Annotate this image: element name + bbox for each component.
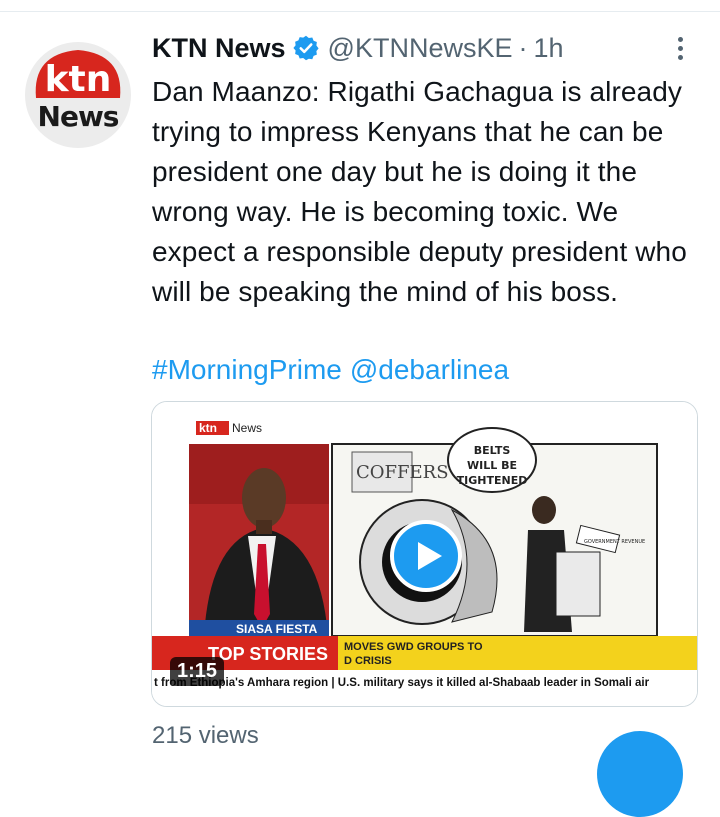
account-handle[interactable]: @KTNNewsKE	[328, 33, 513, 64]
tweet-header: KTN News @KTNNewsKE · 1h	[152, 30, 564, 66]
compose-tweet-icon[interactable]	[597, 731, 683, 817]
hashtag-link[interactable]: #MorningPrime	[152, 354, 342, 385]
video-player[interactable]: ktn News COFFERS BELTS WILL BE TIGHTENED…	[151, 401, 698, 707]
lower-third-label: SIASA FIESTA	[236, 622, 318, 636]
top-divider	[0, 11, 720, 12]
mention-link[interactable]: @debarlinea	[350, 354, 509, 385]
cartoon-bubble-line-3: TIGHTENED	[457, 474, 528, 487]
headline-line-1: MOVES GWD GROUPS TO	[344, 641, 483, 653]
ktn-logo: ktn	[35, 50, 121, 100]
view-count: 215 views	[152, 722, 259, 749]
more-options-icon[interactable]	[670, 34, 690, 64]
cartoon-podium-label: GOVERNMENT REVENUE	[584, 539, 645, 545]
play-icon[interactable]	[390, 520, 462, 592]
news-ticker: t from Ethiopia's Amhara region | U.S. m…	[154, 677, 650, 689]
tweet-text: Dan Maanzo: Rigathi Gachagua is already …	[152, 76, 687, 307]
header-separator: ·	[518, 32, 528, 63]
verified-badge-icon	[292, 35, 319, 61]
avatar-news-text: News	[37, 100, 120, 133]
tweet-links: #MorningPrime @debarlinea	[152, 350, 509, 390]
account-name[interactable]: KTN News	[152, 33, 286, 64]
avatar[interactable]: ktn News	[25, 42, 131, 148]
video-logo-ktn: ktn	[199, 421, 217, 435]
tweet-time[interactable]: 1h	[533, 33, 563, 64]
video-duration: 1:15	[170, 657, 225, 686]
cartoon-bubble-line-2: WILL BE	[467, 459, 517, 472]
avatar-ktn-text: ktn	[45, 59, 112, 100]
headline-line-2: D CRISIS	[344, 655, 392, 667]
cartoon-bubble-line-1: BELTS	[474, 444, 511, 457]
video-logo-news: News	[232, 421, 262, 435]
top-stories-label: TOP STORIES	[208, 644, 328, 664]
cartoon-coffers-label: COFFERS	[356, 462, 449, 483]
